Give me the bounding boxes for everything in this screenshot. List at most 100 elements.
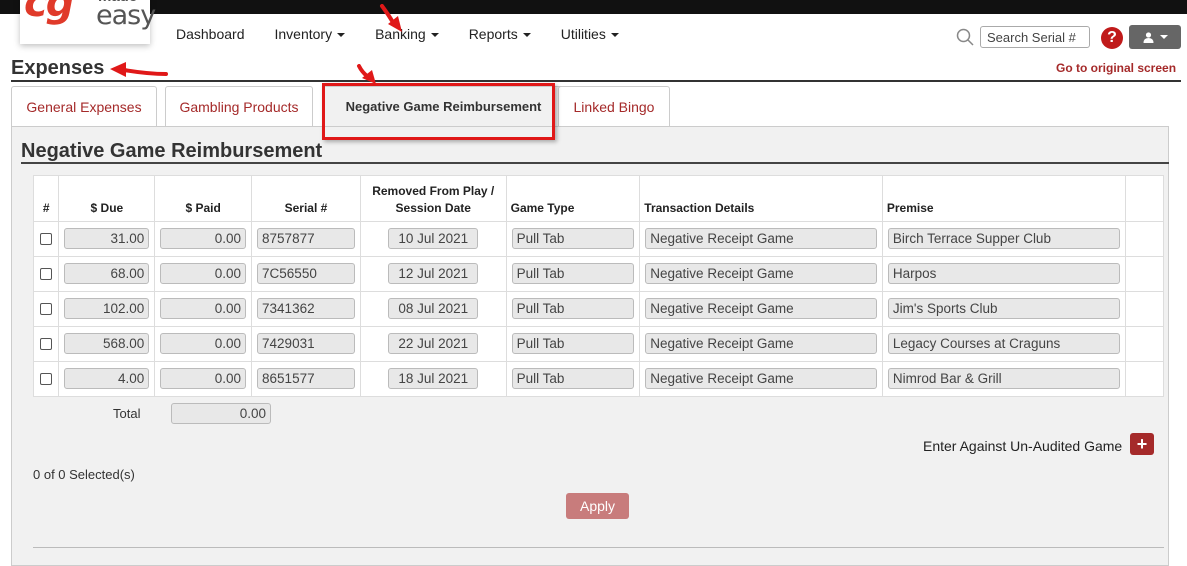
header-due: $ Due [58,176,156,222]
due-field: 568.00 [64,333,150,354]
row-checkbox[interactable] [40,302,53,315]
nav-item-dashboard[interactable]: Dashboard [176,26,245,42]
game-type-field: Pull Tab [511,263,635,284]
annotation-arrow-banking-icon [380,4,402,32]
table-row: 102.00 0.00 7341362 08 Jul 2021 Pull Tab Nega… [34,291,1163,327]
tab-general-expenses[interactable]: General Expenses [11,86,157,126]
chevron-down-icon [1159,35,1168,39]
row-spacer-cell [1125,326,1163,362]
transaction-details-field: Negative Receipt Game [645,333,877,354]
header-transaction-details: Transaction Details [639,176,883,222]
row-spacer-cell [1125,361,1163,397]
annotation-arrow-tab-icon [357,64,376,84]
row-checkbox[interactable] [40,232,53,245]
serial-field: 7C56550 [257,263,355,284]
chevron-down-icon [610,33,619,38]
chevron-down-icon [430,33,439,38]
chevron-down-icon [522,33,531,38]
original-screen-link[interactable]: Go to original screen [1056,61,1176,75]
transaction-details-field: Negative Receipt Game [645,368,877,389]
row-spacer-cell [1125,256,1163,292]
page-title: Expenses [11,57,105,79]
date-field: 10 Jul 2021 [388,228,479,249]
transaction-details-field: Negative Receipt Game [645,228,877,249]
date-field: 22 Jul 2021 [388,333,479,354]
annotation-arrow-expenses-icon [110,62,168,77]
header-number: # [34,176,60,222]
row-checkbox-cell [34,291,60,327]
section-title: Negative Game Reimbursement [21,140,323,162]
header-spacer [1125,176,1163,222]
apply-button[interactable]: Apply [566,493,629,519]
table-header-row: # $ Due $ Paid Serial # Removed From Pla… [34,176,1163,222]
premise-field: Birch Terrace Supper Club [887,228,1120,249]
transaction-details-field: Negative Receipt Game [645,298,877,319]
due-field: 68.00 [64,263,150,284]
chevron-down-icon [337,33,346,38]
logo-mark: cg [24,0,74,26]
due-field: 31.00 [64,228,150,249]
nav-item-label: Reports [468,26,518,42]
nav-item-label: Inventory [274,26,333,42]
row-checkbox[interactable] [40,337,53,350]
table-row: 68.00 0.00 7C56550 12 Jul 2021 Pull Tab Negat… [34,256,1163,292]
serial-field: 8651577 [257,368,355,389]
search-icon[interactable] [956,28,974,46]
premise-field: Jim's Sports Club [887,298,1120,319]
nav-item-reports[interactable]: Reports [469,26,531,42]
title-divider [11,80,1181,82]
serial-field: 7341362 [257,298,355,319]
row-checkbox-cell [34,221,60,257]
nav-item-utilities[interactable]: Utilities [561,26,619,42]
date-field: 12 Jul 2021 [388,263,479,284]
row-checkbox-cell [34,361,60,397]
nav-item-label: Dashboard [176,26,245,42]
help-button[interactable]: ? [1101,27,1123,49]
game-type-field: Pull Tab [511,298,635,319]
paid-field[interactable]: 0.00 [160,298,247,319]
game-type-field: Pull Tab [511,368,635,389]
header-removed-date: Removed From Play / Session Date [360,176,507,222]
serial-field: 7429031 [257,333,355,354]
tab-gambling-products[interactable]: Gambling Products [165,86,313,126]
row-spacer-cell [1125,221,1163,257]
header-game-type: Game Type [506,176,641,222]
premise-field: Legacy Courses at Craguns [887,333,1120,354]
add-unaudited-game-button[interactable]: + [1130,433,1154,455]
main-nav: Dashboard Inventory Banking Reports Utilitie… [176,26,649,42]
logo-easy: easy [96,0,156,31]
help-icon: ? [1107,29,1117,46]
row-checkbox[interactable] [40,267,53,280]
plus-icon: + [1136,434,1148,454]
nav-item-inventory[interactable]: Inventory [275,26,346,42]
header-removed-line1: Removed From Play / [372,183,495,198]
table-row: 568.00 0.00 7429031 22 Jul 2021 Pull Tab Nega… [34,326,1163,362]
paid-field[interactable]: 0.00 [160,333,247,354]
table-row: 31.00 0.00 8757877 10 Jul 2021 Pull Tab Negat… [34,221,1163,257]
bottom-divider [33,547,1164,548]
due-field: 4.00 [64,368,150,389]
section-divider [21,162,1169,164]
date-field: 18 Jul 2021 [388,368,479,389]
total-label: Total [113,406,141,421]
user-menu-button[interactable] [1129,25,1181,49]
row-checkbox-cell [34,256,60,292]
transaction-details-field: Negative Receipt Game [645,263,877,284]
enter-against-unaudited-label: Enter Against Un-Audited Game [923,438,1123,454]
user-icon [1143,31,1153,43]
tab-linked-bingo[interactable]: Linked Bingo [558,86,670,126]
row-checkbox[interactable] [40,372,53,385]
table-row: 4.00 0.00 8651577 18 Jul 2021 Pull Tab Negati… [34,361,1163,397]
serial-field: 8757877 [257,228,355,249]
logo[interactable]: cg made easy [20,0,156,44]
paid-field[interactable]: 0.00 [160,228,247,249]
paid-field[interactable]: 0.00 [160,368,247,389]
nav-item-label: Utilities [560,26,606,42]
row-checkbox-cell [34,326,60,362]
search-input[interactable] [980,26,1090,48]
paid-field[interactable]: 0.00 [160,263,247,284]
header-paid: $ Paid [154,176,253,222]
date-field: 08 Jul 2021 [388,298,479,319]
total-value: 0.00 [171,403,271,424]
tab-highlight-box [322,83,555,140]
